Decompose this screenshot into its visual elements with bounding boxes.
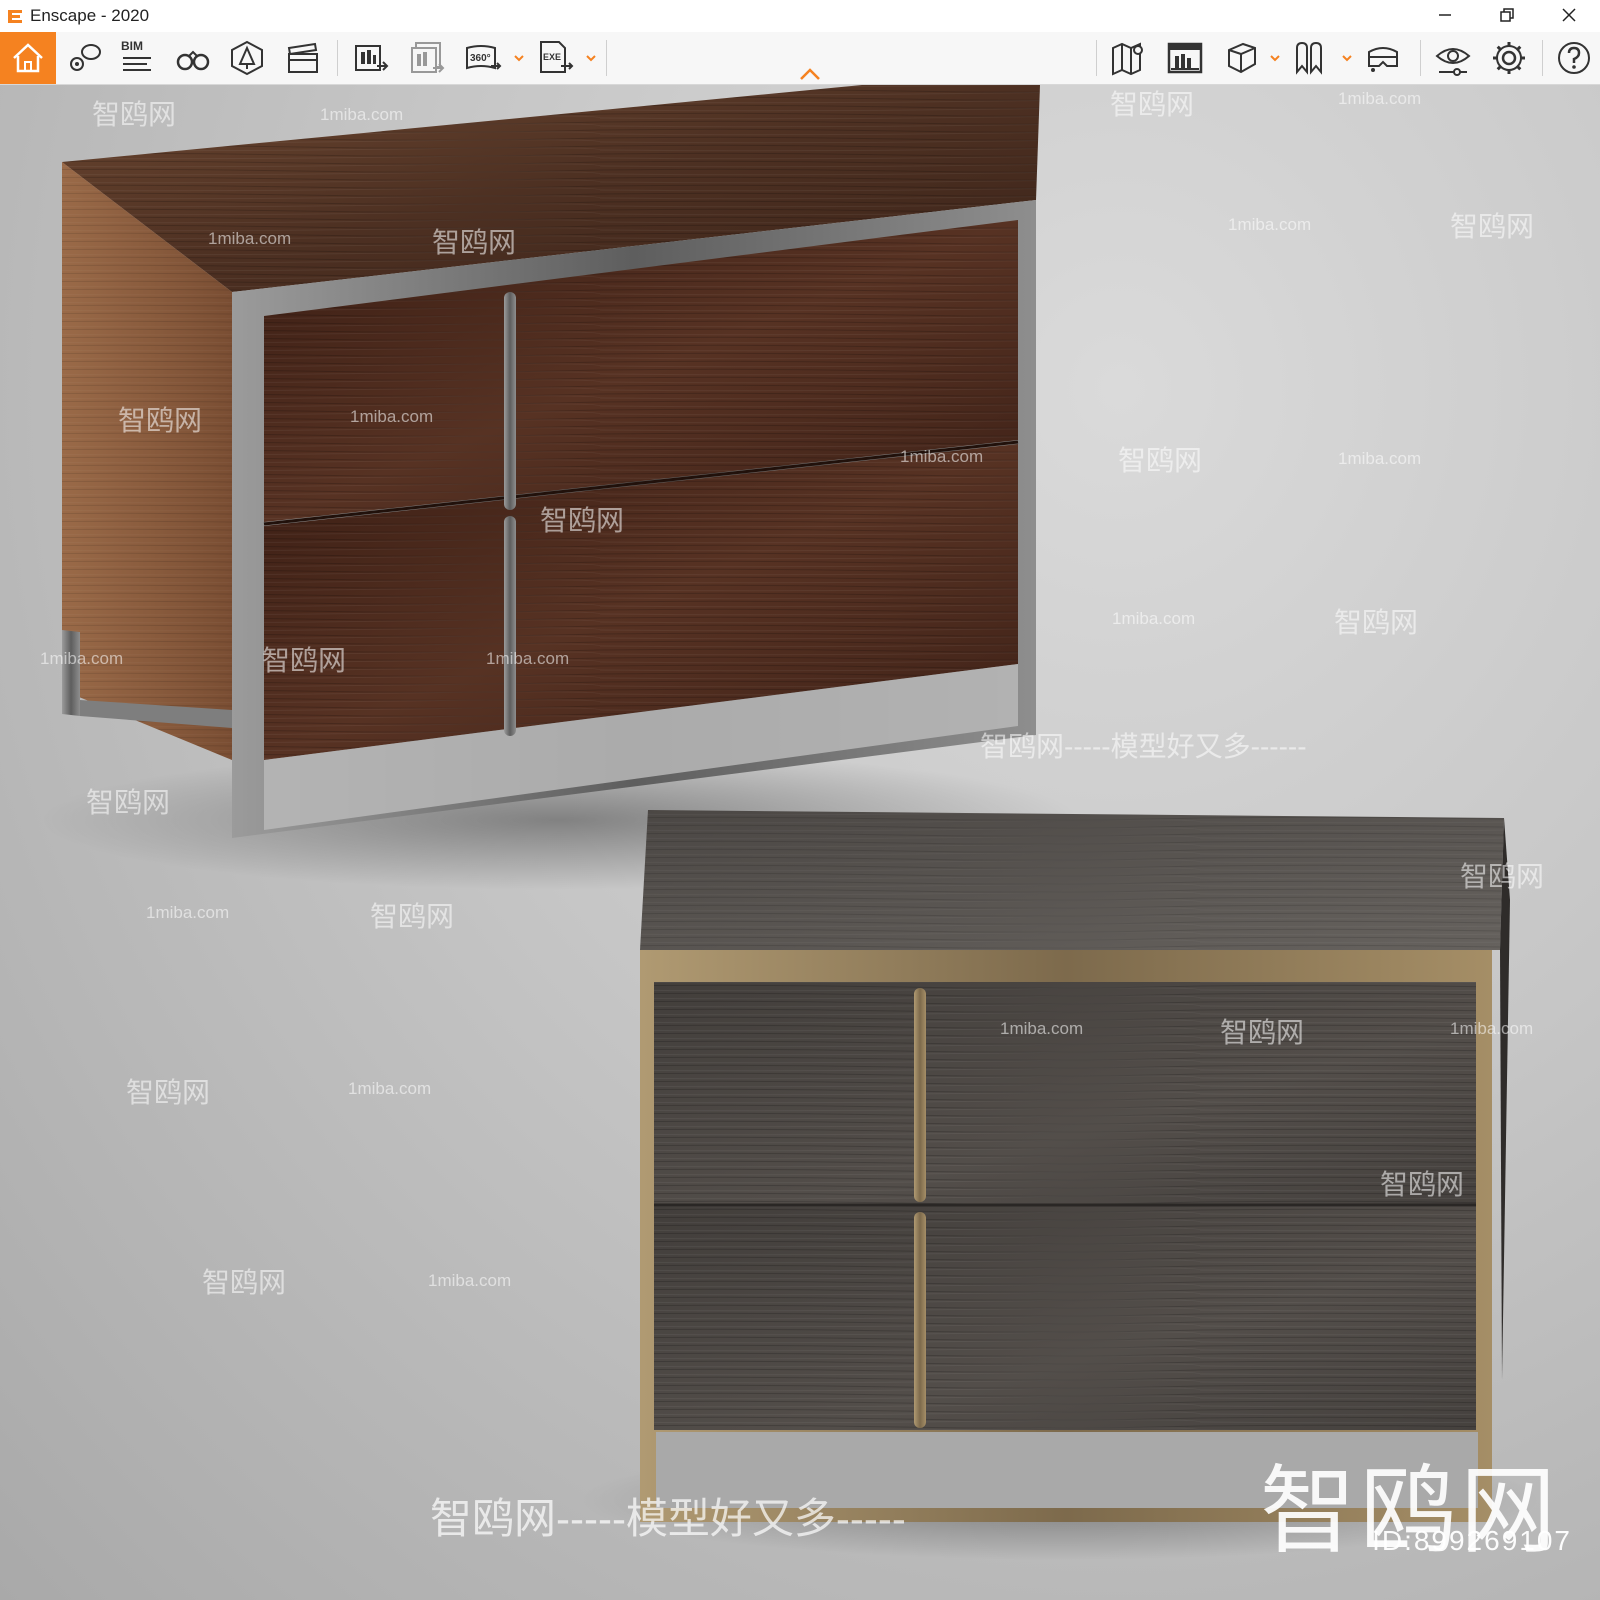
svg-text:360°: 360° xyxy=(470,53,491,64)
watermark: 智鸥网 xyxy=(1118,445,1203,476)
svg-text:BIM: BIM xyxy=(121,39,143,53)
watermark: 1miba.com xyxy=(486,649,570,668)
walk-mode-button[interactable] xyxy=(170,34,216,82)
watermark: 1miba.com xyxy=(1228,215,1312,234)
home-icon xyxy=(13,43,43,73)
views-button[interactable] xyxy=(62,34,108,82)
watermark: 智鸥网 xyxy=(1334,607,1419,638)
watermark: 智鸥网 xyxy=(118,405,203,436)
watermark: 智鸥网 xyxy=(126,1077,211,1108)
exe-export-icon: EXE xyxy=(540,41,574,73)
watermark: 1miba.com xyxy=(208,229,292,248)
bim-button[interactable]: BIM xyxy=(114,34,160,82)
batch-export-icon xyxy=(411,42,445,73)
home-button[interactable] xyxy=(0,32,56,84)
window-title: Enscape - 2020 xyxy=(30,6,150,25)
views-manager-button[interactable] xyxy=(1162,34,1208,82)
minimize-button[interactable] xyxy=(1414,0,1476,30)
binoculars-icon xyxy=(176,50,210,71)
watermark: 1miba.com xyxy=(428,1271,512,1290)
help-button[interactable] xyxy=(1552,34,1596,82)
watermark: 智鸥网 xyxy=(432,227,517,258)
watermark: 1miba.com xyxy=(900,447,984,466)
watermark: 1miba.com xyxy=(146,903,230,922)
batch-export-button[interactable] xyxy=(404,34,450,82)
minimize-icon xyxy=(1439,14,1451,16)
restore-button[interactable] xyxy=(1476,0,1538,30)
chevron-down-icon[interactable] xyxy=(1270,52,1280,64)
chevron-up-icon[interactable] xyxy=(798,66,822,82)
asset-library-button[interactable] xyxy=(224,34,270,82)
render-viewport[interactable]: 智鸥网 1miba.com 智鸥网 1miba.com 1miba.com 智鸥… xyxy=(0,85,1600,1600)
watermark: 1miba.com xyxy=(350,407,434,426)
title-bar: Enscape - 2020 xyxy=(0,0,1600,32)
video-editor-button[interactable] xyxy=(280,34,326,82)
watermark: 智鸥网 xyxy=(540,505,625,536)
watermark-id: ID:899269107 xyxy=(1372,1525,1572,1556)
panorama-export-button[interactable]: 360° xyxy=(460,34,506,82)
watermark-slogan: 智鸥网-----模型好又多----- xyxy=(430,1495,906,1542)
svg-text:EXE: EXE xyxy=(543,52,561,62)
watermark: 1miba.com xyxy=(320,105,404,124)
exe-export-button[interactable]: EXE xyxy=(532,34,578,82)
watermark: 智鸥网 xyxy=(1450,211,1535,242)
gear-icon xyxy=(1493,42,1525,74)
scene-render xyxy=(40,85,1540,1560)
watermark: 智鸥网 xyxy=(1110,89,1195,120)
watermark: 1miba.com xyxy=(1450,1019,1534,1038)
chevron-down-icon[interactable] xyxy=(514,52,524,64)
watermark: 智鸥网 xyxy=(1220,1017,1305,1048)
watermark: 1miba.com xyxy=(1338,89,1422,108)
window-controls xyxy=(1414,0,1600,32)
watermark: 智鸥网 xyxy=(262,645,347,676)
screenshot-export-button[interactable] xyxy=(348,34,394,82)
settings-button[interactable] xyxy=(1486,34,1532,82)
vr-headset-icon xyxy=(1368,47,1398,72)
views-manager-icon xyxy=(1167,42,1203,74)
panorama-360-icon: 360° xyxy=(466,45,502,70)
watermark: 智鸥网 xyxy=(1460,861,1545,892)
eye-settings-icon xyxy=(1435,48,1471,76)
watermark-slogan: 智鸥网-----模型好又多------ xyxy=(980,731,1307,762)
chevron-down-icon[interactable] xyxy=(1342,52,1352,64)
object-box-button[interactable] xyxy=(1218,34,1264,82)
bookmarks-button[interactable] xyxy=(1288,34,1334,82)
toolbar-separator xyxy=(1420,40,1421,76)
visual-settings-button[interactable] xyxy=(1430,34,1476,82)
restore-icon xyxy=(1500,8,1514,22)
close-button[interactable] xyxy=(1538,0,1600,30)
toolbar-separator xyxy=(337,40,338,76)
map-icon xyxy=(1112,42,1143,76)
clapperboard-icon xyxy=(287,42,318,73)
asset-library-icon xyxy=(231,40,263,76)
views-icon xyxy=(70,44,101,71)
bookmark-icon xyxy=(1296,41,1322,75)
watermark: 1miba.com xyxy=(348,1079,432,1098)
watermark: 1miba.com xyxy=(1000,1019,1084,1038)
watermark: 1miba.com xyxy=(40,649,124,668)
watermark: 智鸥网 xyxy=(86,787,171,818)
map-button[interactable] xyxy=(1106,34,1152,82)
watermark: 1miba.com xyxy=(1338,449,1422,468)
watermark: 1miba.com xyxy=(1112,609,1196,628)
bim-icon: BIM xyxy=(121,39,151,71)
watermark: 智鸥网 xyxy=(92,99,177,130)
enscape-logo-icon xyxy=(8,10,22,23)
watermark: 智鸥网 xyxy=(370,901,455,932)
toolbar-separator xyxy=(1542,40,1543,76)
close-icon xyxy=(1562,8,1576,22)
render-export-icon xyxy=(355,45,389,71)
watermark: 智鸥网 xyxy=(202,1267,287,1298)
vr-headset-button[interactable] xyxy=(1360,34,1406,82)
toolbar-separator xyxy=(1096,40,1097,76)
help-icon xyxy=(1558,42,1590,74)
toolbar-separator xyxy=(606,40,607,76)
watermark: 智鸥网 xyxy=(1380,1169,1465,1200)
nightstand-walnut xyxy=(62,85,1040,838)
cube-icon xyxy=(1228,42,1256,74)
chevron-down-icon[interactable] xyxy=(586,52,596,64)
